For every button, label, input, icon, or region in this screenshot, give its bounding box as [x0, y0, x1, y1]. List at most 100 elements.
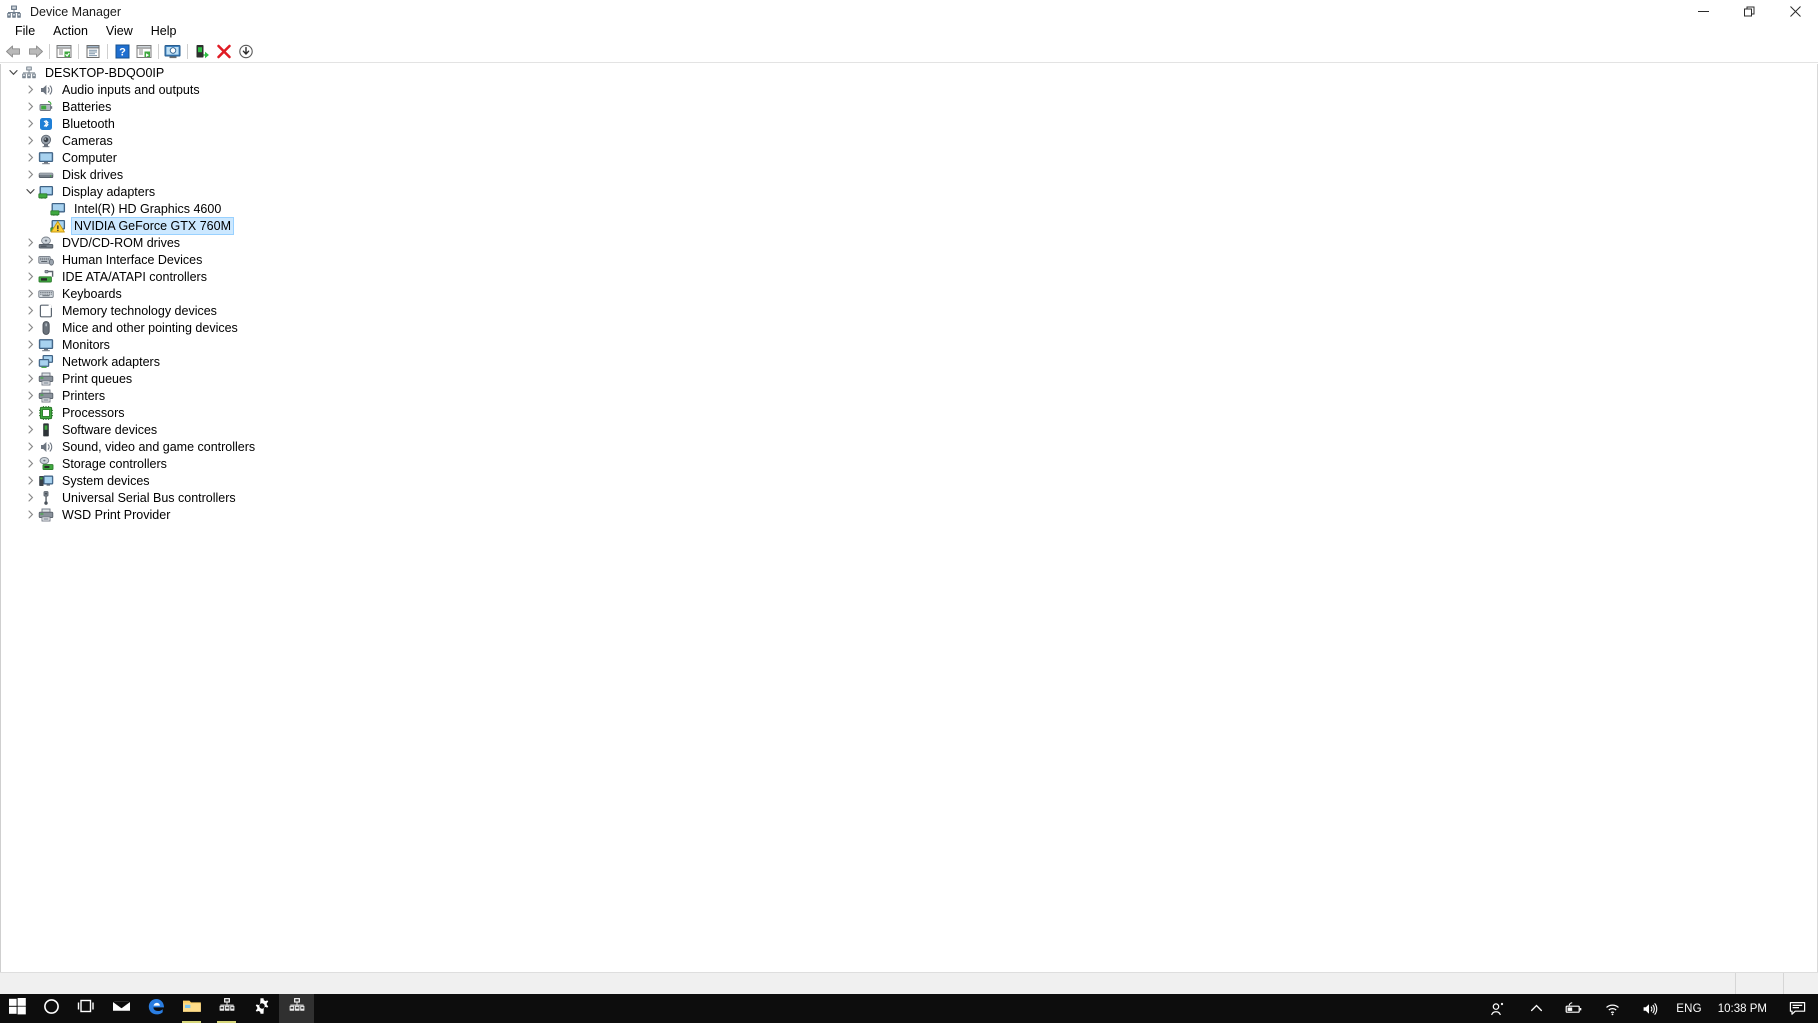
chevron-right-icon[interactable]: [22, 506, 38, 523]
chevron-right-icon[interactable]: [22, 251, 38, 268]
chevron-right-icon[interactable]: [22, 302, 38, 319]
file-explorer-button[interactable]: [174, 994, 209, 1023]
tree-row[interactable]: Print queues: [1, 370, 1817, 387]
chevron-right-icon[interactable]: [22, 98, 38, 115]
tree-row[interactable]: Computer: [1, 149, 1817, 166]
tree-row[interactable]: Storage controllers: [1, 455, 1817, 472]
chevron-right-icon[interactable]: [22, 81, 38, 98]
tree-item-label: Printers: [62, 388, 106, 403]
menu-file[interactable]: File: [7, 23, 45, 41]
computer-root-icon: [21, 65, 37, 81]
tree-row[interactable]: Cameras: [1, 132, 1817, 149]
close-icon[interactable]: [1772, 0, 1818, 23]
chevron-right-icon[interactable]: [22, 353, 38, 370]
chevron-right-icon[interactable]: [22, 455, 38, 472]
file-explorer-icon: [182, 998, 202, 1019]
language-indicator[interactable]: ENG: [1669, 994, 1709, 1023]
chevron-right-icon[interactable]: [22, 489, 38, 506]
tree-row[interactable]: WSD Print Provider: [1, 506, 1817, 523]
tree-row[interactable]: Monitors: [1, 336, 1817, 353]
battery-icon[interactable]: [1555, 994, 1593, 1023]
tree-row[interactable]: DESKTOP-BDQO0IP: [1, 64, 1817, 81]
tree-row[interactable]: System devices: [1, 472, 1817, 489]
tree-row[interactable]: Software devices: [1, 421, 1817, 438]
properties-icon[interactable]: [82, 42, 104, 62]
device-manager-icon: [288, 997, 306, 1020]
tree-row[interactable]: Bluetooth: [1, 115, 1817, 132]
menu-action[interactable]: Action: [45, 23, 98, 41]
disk-drive-icon: [38, 167, 54, 183]
scan-hardware-changes-icon[interactable]: [162, 42, 184, 62]
chevron-right-icon[interactable]: [22, 472, 38, 489]
chevron-right-icon[interactable]: [22, 319, 38, 336]
edge-button[interactable]: [139, 994, 174, 1023]
tree-row[interactable]: Audio inputs and outputs: [1, 81, 1817, 98]
minimize-icon[interactable]: [1680, 0, 1726, 23]
chevron-right-icon[interactable]: [22, 421, 38, 438]
tree-row[interactable]: Mice and other pointing devices: [1, 319, 1817, 336]
chevron-down-icon[interactable]: [22, 183, 38, 200]
chevron-right-icon[interactable]: [22, 370, 38, 387]
chevron-right-icon[interactable]: [22, 132, 38, 149]
restore-icon[interactable]: [1726, 0, 1772, 23]
show-hide-console-tree-icon[interactable]: [53, 42, 75, 62]
cortana-button[interactable]: [34, 994, 69, 1023]
tree-row[interactable]: Disk drives: [1, 166, 1817, 183]
chevron-right-icon[interactable]: [22, 115, 38, 132]
update-driver-icon[interactable]: [133, 42, 155, 62]
tree-row[interactable]: Memory technology devices: [1, 302, 1817, 319]
device-manager-active-button[interactable]: [279, 994, 314, 1023]
window-title: Device Manager: [30, 4, 122, 19]
tree-row[interactable]: Human Interface Devices: [1, 251, 1817, 268]
tree-row[interactable]: Display adapters: [1, 183, 1817, 200]
tree-row-selected[interactable]: NVIDIA GeForce GTX 760M: [1, 216, 1817, 235]
taskbar-buttons: [0, 994, 314, 1023]
start-button[interactable]: [0, 994, 34, 1023]
system-device-icon: [38, 473, 54, 489]
enable-device-icon[interactable]: [191, 42, 213, 62]
chevron-right-icon[interactable]: [22, 404, 38, 421]
chevron-right-icon[interactable]: [22, 149, 38, 166]
tree-row[interactable]: Sound, video and game controllers: [1, 438, 1817, 455]
chevron-right-icon[interactable]: [22, 268, 38, 285]
tree-item-label: Audio inputs and outputs: [62, 82, 200, 97]
tree-row[interactable]: Batteries: [1, 98, 1817, 115]
forward-arrow-icon[interactable]: [24, 42, 46, 62]
tree-row[interactable]: DVD/CD-ROM drives: [1, 234, 1817, 251]
back-arrow-icon[interactable]: [2, 42, 24, 62]
chevron-right-icon[interactable]: [22, 166, 38, 183]
chevron-right-icon[interactable]: [22, 234, 38, 251]
menu-help[interactable]: Help: [143, 23, 187, 41]
monitor-icon: [38, 150, 54, 166]
tree-row[interactable]: Intel(R) HD Graphics 4600: [1, 200, 1817, 217]
chevron-right-icon[interactable]: [22, 438, 38, 455]
device-manager-pinned-button[interactable]: [209, 994, 244, 1023]
disable-device-icon[interactable]: [235, 42, 257, 62]
toolbar: ?: [0, 41, 1818, 63]
action-center-icon[interactable]: [1776, 994, 1818, 1023]
settings-button[interactable]: [244, 994, 279, 1023]
help-icon[interactable]: ?: [111, 42, 133, 62]
people-icon[interactable]: [1479, 994, 1517, 1023]
device-tree[interactable]: DESKTOP-BDQO0IP Audio inputs and outputs: [0, 64, 1818, 972]
clock[interactable]: 10:38 PM: [1709, 994, 1776, 1023]
task-view-button[interactable]: [69, 994, 104, 1023]
tree-row[interactable]: Keyboards: [1, 285, 1817, 302]
chevron-right-icon[interactable]: [22, 336, 38, 353]
tree-row[interactable]: Universal Serial Bus controllers: [1, 489, 1817, 506]
menu-view[interactable]: View: [98, 23, 143, 41]
mail-button[interactable]: [104, 994, 139, 1023]
chevron-down-icon[interactable]: [5, 64, 21, 81]
tree-item-label: DESKTOP-BDQO0IP: [45, 65, 165, 80]
chevron-right-icon[interactable]: [22, 285, 38, 302]
uninstall-device-icon[interactable]: [213, 42, 235, 62]
tree-row[interactable]: Processors: [1, 404, 1817, 421]
tree-row[interactable]: IDE ATA/ATAPI controllers: [1, 268, 1817, 285]
wifi-icon[interactable]: [1593, 994, 1631, 1023]
tree-row[interactable]: Network adapters: [1, 353, 1817, 370]
tree-row[interactable]: Printers: [1, 387, 1817, 404]
show-hidden-icons-icon[interactable]: [1517, 994, 1555, 1023]
chevron-right-icon[interactable]: [22, 387, 38, 404]
hid-icon: [38, 252, 54, 268]
speaker-icon[interactable]: [1631, 994, 1669, 1023]
